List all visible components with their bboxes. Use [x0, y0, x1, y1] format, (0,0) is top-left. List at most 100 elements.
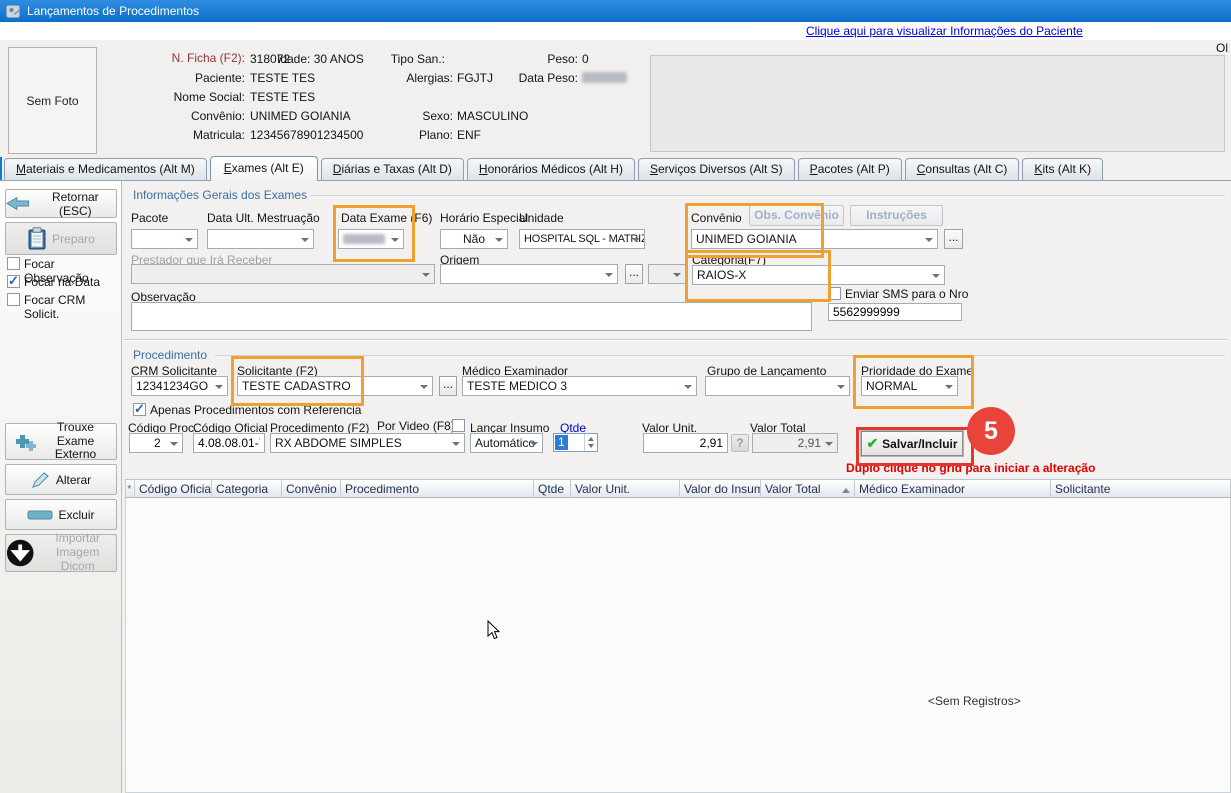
focar-na-data-checkbox[interactable]: Focar na Data — [7, 275, 100, 289]
grid-col-valor-insumo[interactable]: Valor do Insumo — [680, 479, 761, 498]
data-exame-combo[interactable] — [338, 229, 404, 249]
data-peso-redacted-value — [582, 72, 627, 83]
help-question-button[interactable]: ? — [731, 434, 749, 452]
origem-secondary-combo[interactable] — [648, 264, 686, 284]
matricula-label: Matricula: — [100, 128, 245, 142]
categoria-combo[interactable]: RAIOS-X — [692, 265, 945, 285]
solicitante-ellipsis-button[interactable]: ... — [439, 376, 457, 396]
grid-body[interactable] — [125, 498, 1231, 793]
importar-dicom-label: Importar Imagem Dicom — [39, 532, 116, 573]
instrucoes-button[interactable]: Instruções — [850, 205, 943, 226]
valor-unit-input[interactable] — [643, 433, 728, 453]
prestador-combo[interactable] — [131, 264, 435, 284]
pacote-combo[interactable] — [131, 229, 198, 249]
qtde-spinner[interactable]: 1 — [553, 433, 598, 452]
patient-info-link[interactable]: Clique aqui para visualizar Informações … — [806, 24, 1083, 38]
focar-crm-checkbox[interactable]: Focar CRM Solicit. — [7, 293, 121, 321]
apenas-referencia-checkbox[interactable]: Apenas Procedimentos com Referencia — [133, 403, 361, 417]
enviar-sms-checkbox[interactable]: Enviar SMS para o Nro — [828, 287, 968, 301]
tab-diarias[interactable]: Diárias e Taxas (Alt D) — [321, 158, 464, 180]
app-icon — [6, 4, 21, 19]
codigo-proc-combo[interactable]: 2 — [129, 433, 183, 453]
grid-col-solicitante[interactable]: Solicitante — [1051, 479, 1231, 498]
grid-col-procedimento[interactable]: Procedimento — [341, 479, 534, 498]
grid-col-valor-total[interactable]: Valor Total — [761, 479, 855, 498]
tab-honorarios[interactable]: Honorários Médicos (Alt H) — [467, 158, 635, 180]
spinner-arrows[interactable] — [584, 434, 597, 451]
grid-col-indicator[interactable]: * — [125, 479, 135, 498]
tab-servicos[interactable]: Serviços Diversos (Alt S) — [638, 158, 795, 180]
tab-exames[interactable]: Exames (Alt E) — [210, 156, 318, 181]
procedure-group-title: Procedimento — [133, 348, 207, 362]
horario-especial-combo[interactable]: Não — [440, 229, 508, 249]
checkbox-box — [7, 257, 20, 270]
grid-col-codigo-oficial[interactable]: Código Oficial — [135, 479, 212, 498]
grupo-lancamento-combo[interactable] — [705, 376, 850, 396]
crm-solicitante-value: 12341234GO — [136, 379, 208, 393]
codigo-oficial-input[interactable] — [193, 433, 265, 453]
procedures-window: Lançamentos de Procedimentos Clique aqui… — [0, 0, 1231, 793]
origem-ellipsis-button[interactable]: ... — [625, 264, 643, 284]
grid-col-convenio[interactable]: Convênio — [282, 479, 341, 498]
observacao-textarea[interactable] — [131, 302, 812, 331]
chevron-down-icon — [185, 238, 193, 246]
medico-examinador-value: TESTE MEDICO 3 — [467, 379, 567, 393]
back-arrow-icon — [6, 196, 30, 211]
grid-col-qtde[interactable]: Qtde — [534, 479, 571, 498]
chevron-down-icon — [673, 273, 681, 281]
unidade-combo[interactable]: HOSPITAL SQL - MATRIZ — [519, 229, 645, 249]
spin-up-icon — [588, 434, 594, 441]
alterar-button[interactable]: Alterar — [5, 464, 117, 495]
retornar-button[interactable]: Retornar (ESC) — [5, 189, 117, 218]
tab-consultas[interactable]: Consultas (Alt C) — [905, 158, 1020, 180]
chevron-down-icon — [495, 238, 503, 246]
alergias-label: Alergias: — [365, 71, 453, 85]
tab-kits[interactable]: Kits (Alt K) — [1022, 158, 1103, 180]
nome-social-label: Nome Social: — [100, 90, 245, 104]
data-ult-label: Data Ult. Mestruação — [207, 211, 320, 225]
convenio-combo[interactable]: UNIMED GOIANIA — [691, 229, 938, 249]
convenio-ellipsis-button[interactable]: ... — [944, 229, 963, 249]
por-video-checkbox[interactable] — [452, 419, 465, 432]
plus-cross-icon — [12, 432, 36, 452]
step-badge: 5 — [967, 407, 1015, 455]
origem-combo[interactable] — [440, 264, 618, 284]
preparo-button[interactable]: Preparo — [5, 222, 117, 255]
patient-header: Sem Foto N. Ficha (F2): 318072 Paciente:… — [0, 40, 1231, 157]
spin-down-icon — [588, 444, 594, 451]
lancar-insumo-combo[interactable]: Automático — [470, 433, 543, 453]
crm-solicitante-combo[interactable]: 12341234GO — [131, 376, 228, 396]
chevron-down-icon — [391, 238, 399, 246]
grid-col-categoria[interactable]: Categoria — [212, 479, 282, 498]
tab-materiais[interactable]: Materiais e Medicamentos (Alt M) — [4, 158, 207, 180]
solicitante-combo[interactable]: TESTE CADASTRO — [237, 376, 433, 396]
window-title: Lançamentos de Procedimentos — [27, 4, 199, 18]
grid-col-medico[interactable]: Médico Examinador — [855, 479, 1051, 498]
grid-header: * Código Oficial Categoria Convênio Proc… — [125, 479, 1231, 498]
trouxe-exame-externo-button[interactable]: Trouxe Exame Externo — [5, 423, 117, 460]
chevron-down-icon — [605, 273, 613, 281]
medico-examinador-combo[interactable]: TESTE MEDICO 3 — [462, 376, 697, 396]
obs-convenio-button[interactable]: Obs. Convênio — [749, 205, 844, 226]
minus-bar-icon — [27, 510, 53, 520]
title-bar: Lançamentos de Procedimentos — [0, 0, 1231, 22]
sms-number-input[interactable] — [828, 303, 962, 321]
tipo-san-label: Tipo San.: — [365, 52, 445, 66]
data-peso-label: Data Peso: — [495, 71, 578, 85]
prioridade-combo[interactable]: NORMAL — [861, 376, 958, 396]
checkbox-box — [828, 287, 841, 300]
importar-dicom-button[interactable]: Importar Imagem Dicom — [5, 534, 117, 572]
chevron-down-icon — [684, 385, 692, 393]
horario-especial-value: Não — [463, 232, 485, 246]
grid-col-valor-unit[interactable]: Valor Unit. — [571, 479, 680, 498]
procedimento-combo[interactable]: RX ABDOME SIMPLES — [270, 433, 465, 453]
data-ult-combo[interactable] — [207, 229, 314, 249]
salvar-incluir-button[interactable]: ✔ Salvar/Incluir — [861, 431, 963, 456]
tab-pacotes[interactable]: Pacotes (Alt P) — [798, 158, 902, 180]
peso-label: Peso: — [495, 52, 578, 66]
excluir-button[interactable]: Excluir — [5, 499, 117, 530]
data-exame-redacted-value — [343, 234, 385, 244]
alterar-label: Alterar — [56, 473, 91, 487]
exams-group-line — [310, 195, 1225, 196]
prioridade-value: NORMAL — [866, 379, 917, 393]
